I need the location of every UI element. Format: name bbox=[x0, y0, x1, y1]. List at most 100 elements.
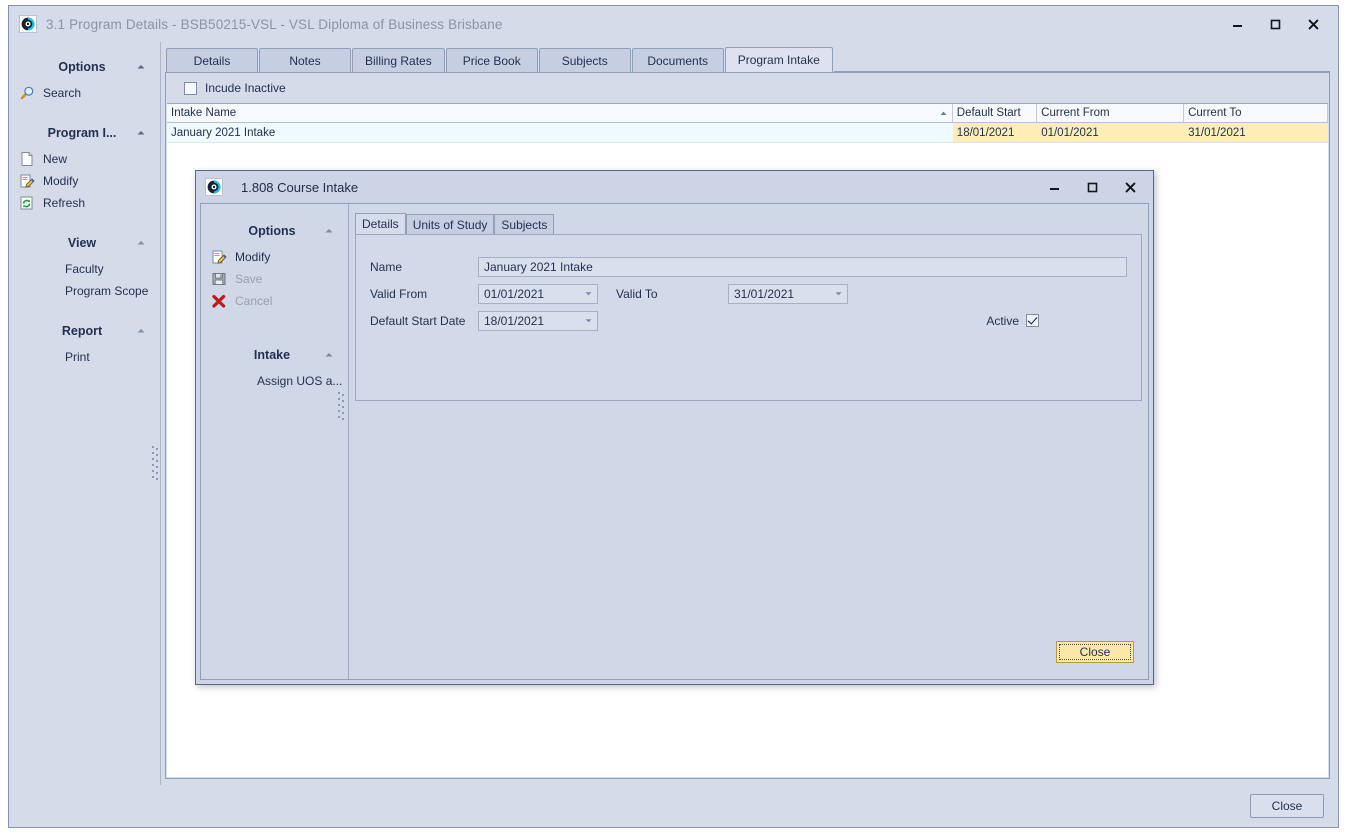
valid-to-label: Valid To bbox=[616, 287, 728, 301]
chevron-down-icon[interactable] bbox=[579, 312, 597, 330]
chevron-up-icon[interactable] bbox=[135, 127, 147, 139]
sidebar-item-refresh[interactable]: Refresh bbox=[9, 192, 161, 214]
close-button-label: Close bbox=[1272, 799, 1303, 813]
sidebar-splitter-grip[interactable] bbox=[152, 446, 159, 490]
tabstrip: Details Notes Billing Rates Price Book S… bbox=[166, 46, 1330, 72]
dialog-minimize-icon[interactable] bbox=[1035, 173, 1073, 201]
app-logo-icon bbox=[205, 178, 223, 196]
edit-pencil-icon bbox=[19, 173, 35, 189]
tabstrip-filler bbox=[834, 47, 1330, 72]
save-disk-icon bbox=[211, 271, 227, 287]
grid-header-row: Intake Name Default Start Current From bbox=[167, 104, 1328, 123]
tab-details[interactable]: Details bbox=[166, 48, 258, 72]
nav-group-title: View bbox=[9, 236, 135, 250]
dialog-close-icon[interactable] bbox=[1111, 173, 1149, 201]
nav-group-options[interactable]: Options bbox=[9, 54, 161, 80]
sidebar-item-label: New bbox=[43, 152, 67, 166]
sidebar-item-modify[interactable]: Modify bbox=[9, 170, 161, 192]
tab-label: Subjects bbox=[501, 218, 547, 232]
dialog-sidebar-item-label: Cancel bbox=[235, 294, 272, 308]
window-title: 3.1 Program Details - BSB50215-VSL - VSL… bbox=[46, 17, 503, 32]
nav-group-title: Options bbox=[201, 224, 323, 238]
grid-column-default-start[interactable]: Default Start bbox=[953, 104, 1037, 122]
sidebar-item-label: Faculty bbox=[65, 262, 104, 276]
dialog-splitter-grip[interactable] bbox=[338, 392, 345, 436]
tab-price-book[interactable]: Price Book bbox=[446, 48, 538, 72]
chevron-down-icon[interactable] bbox=[829, 285, 847, 303]
close-button[interactable]: Close bbox=[1250, 794, 1324, 818]
spacer bbox=[9, 214, 161, 230]
tab-label: Subjects bbox=[562, 54, 608, 68]
dialog-tabstrip-filler bbox=[554, 214, 1142, 234]
default-start-date-datepicker[interactable]: 18/01/2021 bbox=[478, 311, 598, 331]
dialog-sidebar-item-cancel[interactable]: Cancel bbox=[201, 290, 349, 312]
nav-group-view[interactable]: View bbox=[9, 230, 161, 256]
tab-program-intake[interactable]: Program Intake bbox=[725, 47, 833, 72]
dialog-maximize-icon[interactable] bbox=[1073, 173, 1111, 201]
sidebar-item-new[interactable]: New bbox=[9, 148, 161, 170]
cell-intake-name: January 2021 Intake bbox=[167, 123, 953, 142]
red-x-icon bbox=[211, 293, 227, 309]
nav-group-title: Report bbox=[9, 324, 135, 338]
panel-toolbar: Incude Inactive bbox=[166, 73, 1329, 103]
tab-notes[interactable]: Notes bbox=[259, 48, 351, 72]
nav-group-report[interactable]: Report bbox=[9, 318, 161, 344]
spacer bbox=[165, 779, 1330, 785]
form-row-name: Name January 2021 Intake bbox=[370, 253, 1127, 280]
refresh-icon bbox=[19, 195, 35, 211]
table-row[interactable]: January 2021 Intake 18/01/2021 01/01/202… bbox=[167, 123, 1328, 143]
new-document-icon bbox=[19, 151, 35, 167]
dialog-nav-group-intake[interactable]: Intake bbox=[201, 342, 349, 368]
grid-column-intake-name[interactable]: Intake Name bbox=[167, 104, 953, 122]
chevron-up-icon[interactable] bbox=[135, 325, 147, 337]
sidebar-item-label: Modify bbox=[43, 174, 78, 188]
valid-to-value: 31/01/2021 bbox=[734, 287, 794, 301]
window-titlebar: 3.1 Program Details - BSB50215-VSL - VSL… bbox=[9, 6, 1338, 42]
dialog-content-spacer bbox=[355, 401, 1142, 631]
nav-group-program-intake[interactable]: Program I... bbox=[9, 120, 161, 146]
app-logo-icon bbox=[19, 15, 37, 33]
dialog-body: Options Modify bbox=[200, 203, 1149, 680]
tab-label: Price Book bbox=[463, 54, 521, 68]
tab-billing-rates[interactable]: Billing Rates bbox=[352, 48, 445, 72]
dialog-tab-subjects[interactable]: Subjects bbox=[494, 214, 554, 234]
cell-default-start: 18/01/2021 bbox=[953, 123, 1037, 142]
dialog-sidebar-item-assign-uos[interactable]: Assign UOS a... bbox=[201, 370, 349, 392]
chevron-up-icon[interactable] bbox=[323, 349, 335, 361]
tab-subjects[interactable]: Subjects bbox=[539, 48, 631, 72]
tab-label: Details bbox=[362, 217, 399, 231]
active-checkbox[interactable] bbox=[1026, 314, 1039, 327]
chevron-up-icon[interactable] bbox=[135, 237, 147, 249]
dialog-tab-details[interactable]: Details bbox=[355, 213, 406, 234]
valid-to-datepicker[interactable]: 31/01/2021 bbox=[728, 284, 848, 304]
name-input[interactable]: January 2021 Intake bbox=[478, 257, 1127, 277]
grid-column-current-to[interactable]: Current To bbox=[1184, 104, 1328, 122]
sidebar-item-faculty[interactable]: Faculty bbox=[9, 258, 161, 280]
spacer bbox=[201, 312, 349, 342]
sidebar-item-label: Search bbox=[43, 86, 81, 100]
dialog-close-button[interactable]: Close bbox=[1056, 641, 1134, 663]
tab-label: Units of Study bbox=[413, 218, 488, 232]
dialog-sidebar-item-save[interactable]: Save bbox=[201, 268, 349, 290]
valid-from-datepicker[interactable]: 01/01/2021 bbox=[478, 284, 598, 304]
sidebar-item-program-scope[interactable]: Program Scope bbox=[9, 280, 161, 302]
dialog-tab-units-of-study[interactable]: Units of Study bbox=[406, 214, 495, 234]
maximize-icon[interactable] bbox=[1256, 10, 1294, 38]
close-icon[interactable] bbox=[1294, 10, 1332, 38]
chevron-up-icon[interactable] bbox=[323, 225, 335, 237]
dialog-sidebar-item-modify[interactable]: Modify bbox=[201, 246, 349, 268]
chevron-down-icon[interactable] bbox=[579, 285, 597, 303]
chevron-up-icon[interactable] bbox=[135, 61, 147, 73]
dialog-footer: Close bbox=[355, 631, 1142, 673]
minimize-icon[interactable] bbox=[1218, 10, 1256, 38]
dialog-window-controls bbox=[1035, 171, 1149, 203]
grid-column-current-from[interactable]: Current From bbox=[1037, 104, 1184, 122]
include-inactive-checkbox[interactable] bbox=[184, 82, 197, 95]
dialog-nav-group-options[interactable]: Options bbox=[201, 218, 349, 244]
form-row-valid-dates: Valid From 01/01/2021 Valid To 31/01/202… bbox=[370, 280, 1127, 307]
sidebar-item-print[interactable]: Print bbox=[9, 346, 161, 368]
magnifier-icon bbox=[19, 85, 35, 101]
sidebar-item-search[interactable]: Search bbox=[9, 82, 161, 104]
tab-documents[interactable]: Documents bbox=[632, 48, 724, 72]
grid-column-label: Current From bbox=[1041, 107, 1109, 119]
